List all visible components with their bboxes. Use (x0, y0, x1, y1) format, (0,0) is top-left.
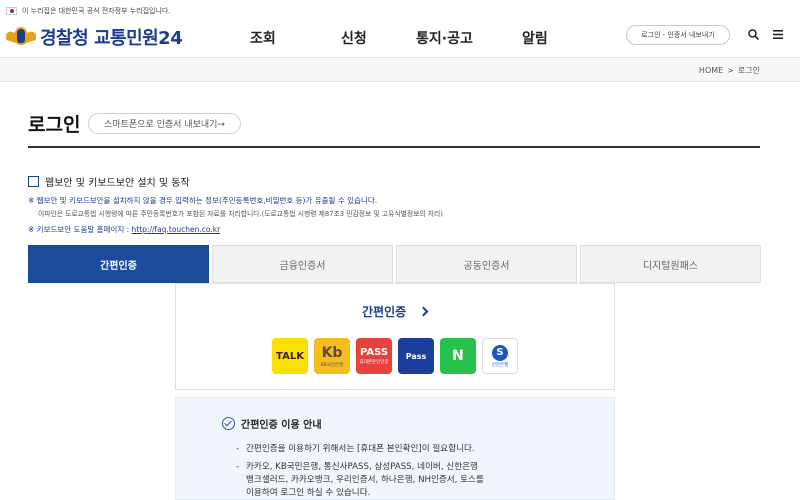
pass-sublabel: 휴대폰본인인증 (359, 360, 389, 365)
kakao-talk-label: TALK (276, 350, 304, 362)
kb-bank-sublabel: KB국민은행 (320, 362, 344, 368)
check-circle-icon (222, 417, 235, 430)
title-divider (28, 146, 760, 148)
naver-label: N (452, 348, 464, 364)
security-checkbox[interactable] (28, 176, 39, 187)
kakao-talk-icon[interactable]: TALK (272, 338, 308, 374)
hamburger-menu-icon[interactable] (773, 30, 783, 39)
naver-icon[interactable]: N (440, 338, 476, 374)
guide-line-1-text: 간편인증을 이용하기 위해서는 [휴대폰 본인확인]이 필요합니다. (246, 444, 475, 454)
guide-title: 간편인증 이용 안내 (222, 416, 322, 431)
nav-item-notice[interactable]: 통지·공고 (416, 28, 473, 48)
breadcrumb-current: 로그인 (737, 66, 760, 75)
security-checkbox-label[interactable]: 웹보안 및 키보드보안 설치 및 동작 (45, 174, 190, 189)
keyboard-help-note: ※ 키보드보안 도움말 홈페이지 : http://faq.touchen.co… (28, 224, 220, 235)
shinhan-bank-label: S (492, 344, 508, 361)
kb-bank-label: Kb (321, 344, 343, 361)
security-warning-note: ※ 웹보안 및 키보드보안을 설치하지 않을 경우 입력하는 정보(주민등록번호… (28, 196, 378, 205)
keyboard-help-prefix: ※ 키보드보안 도움말 홈페이지 : (28, 225, 132, 234)
guide-line-2a-text: 카카오, KB국민은행, 통신사PASS, 삼성PASS, 네이버, 신한은행 (246, 462, 478, 472)
tab-joint-cert[interactable]: 공동인증서 (396, 245, 577, 283)
easy-auth-title[interactable]: 간편인증 (362, 303, 429, 320)
tab-financial-cert[interactable]: 금융인증서 (212, 245, 393, 283)
breadcrumb-separator: > (727, 66, 734, 75)
breadcrumb: HOME > 로그인 (699, 65, 760, 76)
security-option: 웹보안 및 키보드보안 설치 및 동작 (28, 174, 190, 189)
privacy-note: 이파인은 도로교통법 시행령에 따른 주민등록번호가 포함된 자료를 처리합니다… (38, 210, 443, 218)
breadcrumb-home[interactable]: HOME (699, 66, 723, 75)
samsung-pass-icon[interactable]: Pass (398, 338, 434, 374)
site-header: 경찰청 교통민원24 조회 신청 통지·공고 알림 로그인 - 인증서 내보내기 (0, 22, 800, 58)
shinhan-bank-icon[interactable]: S 신한은행 (482, 338, 518, 374)
tab-digital-onepass[interactable]: 디지털원패스 (580, 245, 761, 283)
kb-bank-icon[interactable]: Kb KB국민은행 (314, 338, 350, 374)
page-title: 로그인 (28, 114, 81, 136)
chevron-right-icon (418, 306, 429, 317)
breadcrumb-bar: HOME > 로그인 (0, 58, 800, 82)
guide-line-1: - 간편인증을 이용하기 위해서는 [휴대폰 본인확인]이 필요합니다. (236, 443, 475, 456)
easy-auth-guide: 간편인증 이용 안내 - 간편인증을 이용하기 위해서는 [휴대폰 본인확인]이 … (175, 397, 615, 500)
bullet-dash: - (236, 444, 240, 454)
bullet-dash: - (236, 462, 240, 472)
gov-banner: 이 누리집은 대한민국 공식 전자정부 누리집입니다. (0, 0, 800, 22)
korea-flag-icon (6, 7, 17, 15)
pass-label: PASS (359, 347, 389, 358)
samsung-pass-label: Pass (405, 351, 427, 361)
tab-easy-auth[interactable]: 간편인증 (28, 245, 209, 283)
cert-export-button[interactable]: 로그인 - 인증서 내보내기 (626, 25, 730, 45)
guide-title-text: 간편인증 이용 안내 (241, 420, 322, 431)
nav-item-apply[interactable]: 신청 (341, 28, 367, 48)
guide-line-2: - 카카오, KB국민은행, 통신사PASS, 삼성PASS, 네이버, 신한은행… (236, 461, 484, 500)
shinhan-bank-sublabel: 신한은행 (491, 362, 509, 368)
easy-auth-title-text: 간편인증 (362, 305, 407, 319)
nav-item-news[interactable]: 알림 (522, 28, 548, 48)
smartphone-export-button[interactable]: 스마트폰으로 인증서 내보내기→ (88, 113, 241, 134)
easy-auth-panel: 간편인증 TALK Kb KB국민은행 PASS 휴대폰본인인증 Pass N S 신한은행 (175, 283, 615, 390)
pass-icon[interactable]: PASS 휴대폰본인인증 (356, 338, 392, 374)
guide-line-2c-text: 이용하여 로그인 하실 수 있습니다. (246, 488, 371, 498)
gov-banner-text: 이 누리집은 대한민국 공식 전자정부 누리집입니다. (22, 7, 171, 15)
search-icon[interactable] (748, 29, 759, 40)
guide-line-2b-text: 뱅크샐러드, 카카오뱅크, 우리인증서, 하나은행, NH인증서, 토스를 (246, 475, 484, 485)
nav-item-inquiry[interactable]: 조회 (250, 28, 276, 48)
keyboard-help-link[interactable]: http://faq.touchen.co.kr (132, 225, 221, 234)
